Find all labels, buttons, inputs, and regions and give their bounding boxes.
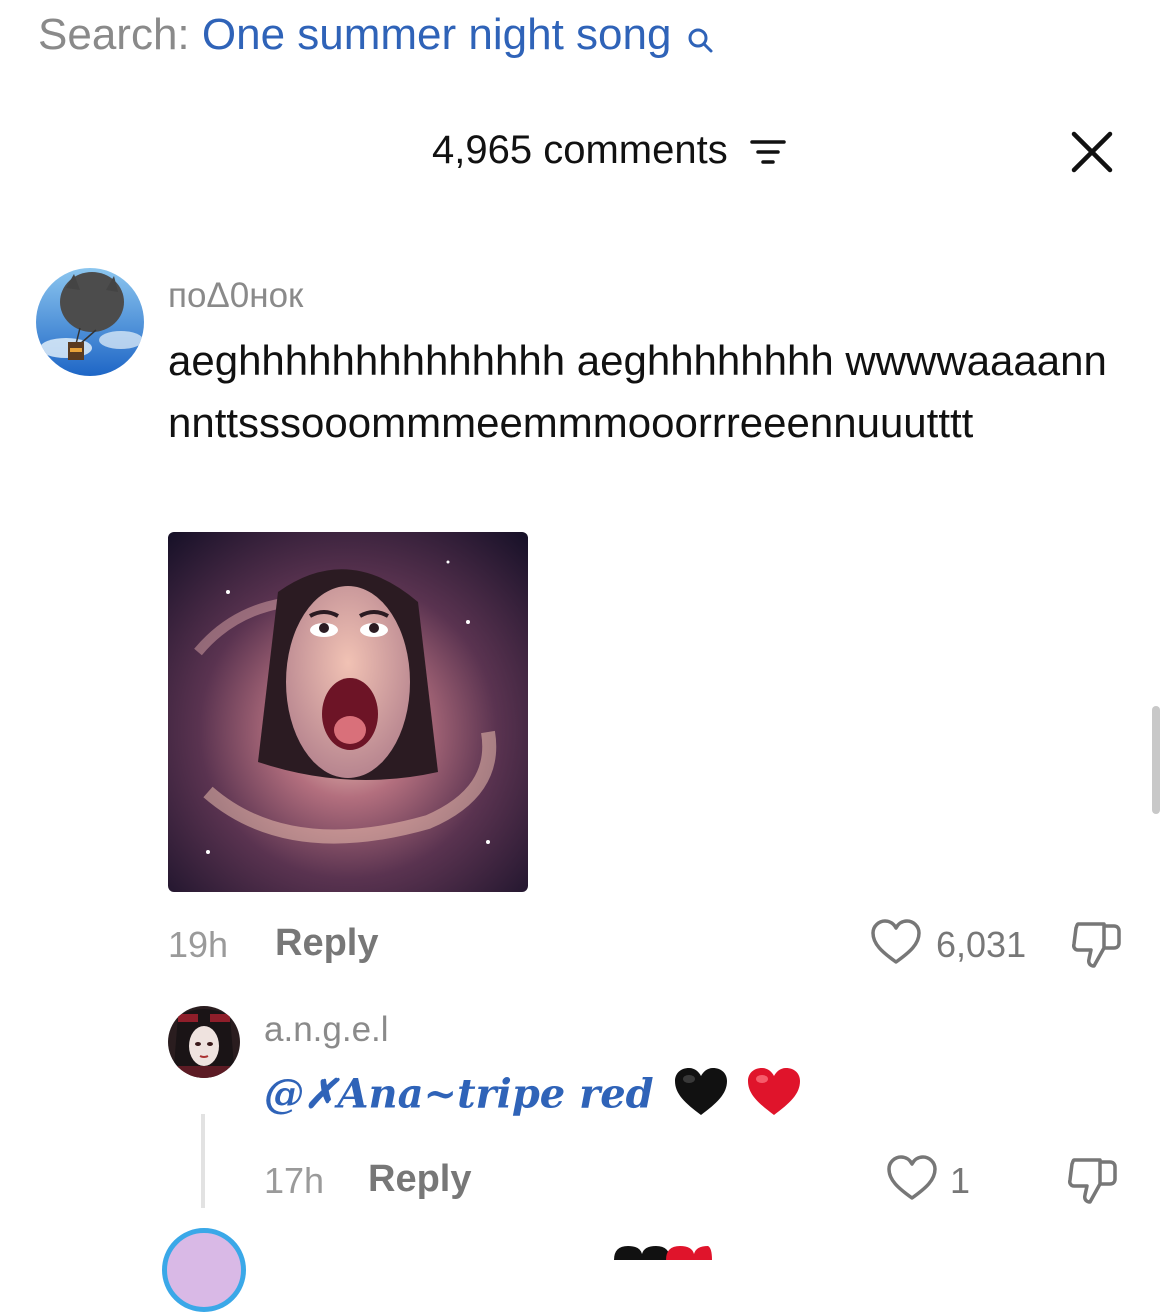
comment-timestamp: 19h — [168, 924, 229, 965]
like-count: 6,031 — [936, 924, 1027, 965]
comments-count-title: 4,965 comments — [432, 128, 728, 172]
search-icon[interactable] — [686, 16, 714, 66]
comment-image-meme[interactable] — [168, 532, 528, 892]
comment-text: aeghhhhhhhhhhhhhh aeghhhhhhhh wwwwaaaann… — [168, 337, 1107, 446]
reply-timestamp: 17h — [264, 1160, 325, 1201]
comment-username[interactable]: поΔ0нок — [168, 276, 303, 316]
avatar[interactable] — [168, 1006, 240, 1078]
emoji-partial-icon — [612, 1240, 712, 1260]
reply-button[interactable]: Reply — [368, 1158, 471, 1201]
black-heart-icon — [673, 1066, 729, 1128]
scrollbar-thumb[interactable] — [1152, 706, 1160, 814]
search-label: Search: — [38, 10, 190, 59]
reply-button[interactable]: Reply — [275, 922, 378, 965]
search-query[interactable]: One summer night song — [202, 10, 672, 59]
thumbs-down-icon[interactable] — [1070, 918, 1124, 975]
avatar[interactable] — [162, 1228, 246, 1312]
heart-icon[interactable] — [886, 1154, 938, 1207]
like-count: 1 — [950, 1160, 971, 1201]
thumbs-down-icon[interactable] — [1066, 1154, 1120, 1211]
thread-connector-line — [201, 1114, 205, 1208]
search-bar[interactable]: Search: One summer night song — [38, 10, 714, 66]
heart-icon[interactable] — [870, 918, 922, 971]
reply-username[interactable]: a.n.g.e.l — [264, 1010, 389, 1050]
reply-text: @✗Ana~tripe red — [264, 1066, 802, 1128]
sort-filter-icon[interactable] — [750, 138, 786, 171]
red-heart-icon — [746, 1066, 802, 1128]
mention-link[interactable]: @✗Ana~tripe red — [264, 1071, 654, 1118]
avatar[interactable] — [36, 268, 144, 376]
close-icon[interactable] — [1070, 130, 1114, 179]
